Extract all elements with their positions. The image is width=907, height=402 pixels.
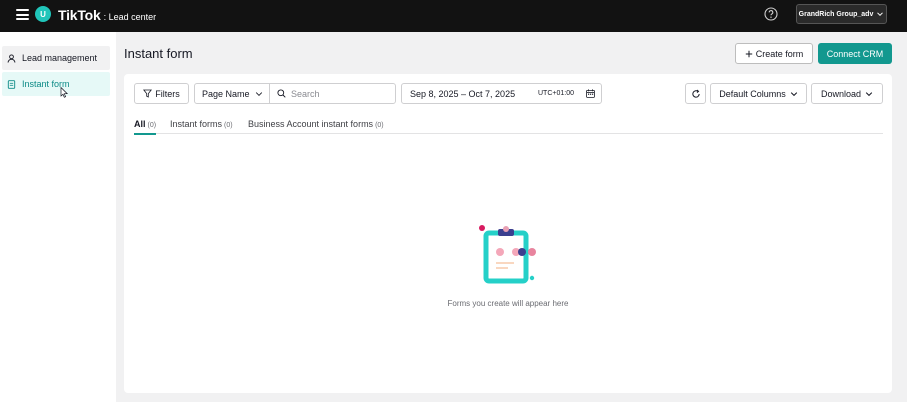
- tab-all[interactable]: All (0): [134, 119, 156, 129]
- search-input[interactable]: Search: [269, 83, 396, 104]
- form-tabs: All (0) Instant forms (0) Business Account…: [134, 114, 883, 135]
- logo-product: : Lead center: [103, 12, 157, 22]
- tab-label: All: [134, 119, 146, 129]
- tab-count: (0): [147, 122, 157, 129]
- date-range-picker[interactable]: Sep 8, 2025 – Oct 7, 2025 UTC+01:00: [401, 83, 602, 104]
- plus-icon: [745, 50, 752, 57]
- search-placeholder: Search: [291, 88, 320, 99]
- sidebar-item-instant-form[interactable]: Instant form: [2, 72, 110, 96]
- tab-instant-forms[interactable]: Instant forms (0): [170, 119, 233, 129]
- menu-icon[interactable]: [16, 9, 29, 20]
- help-icon[interactable]: [764, 7, 778, 21]
- date-range-value: Sep 8, 2025 – Oct 7, 2025: [410, 88, 516, 99]
- account-name: GrandRich Group_adv: [798, 10, 874, 18]
- page-select-value: Page Name: [202, 88, 250, 99]
- active-tab-indicator: [134, 133, 156, 135]
- filters-label: Filters: [155, 88, 180, 99]
- sidebar-item-label: Lead management: [22, 53, 98, 63]
- search-icon: [277, 89, 286, 98]
- page-title: Instant form: [124, 46, 193, 61]
- connect-crm-label: Connect CRM: [826, 48, 884, 59]
- account-switcher[interactable]: GrandRich Group_adv: [796, 4, 887, 24]
- person-icon: [7, 53, 16, 63]
- download-button[interactable]: Download: [811, 83, 883, 104]
- chevron-down-icon: [790, 91, 797, 96]
- filters-button[interactable]: Filters: [134, 83, 189, 104]
- top-bar: U TikTok : Lead center GrandRich Group_a…: [0, 0, 907, 32]
- sidebar: Lead management Instant form: [0, 32, 116, 402]
- columns-label: Default Columns: [719, 88, 786, 99]
- timezone-label: UTC+01:00: [538, 90, 574, 97]
- create-form-button[interactable]: Create form: [735, 43, 813, 64]
- download-label: Download: [820, 88, 862, 99]
- default-columns-button[interactable]: Default Columns: [710, 83, 807, 104]
- calendar-icon: [586, 89, 595, 98]
- sidebar-item-lead-management[interactable]: Lead management: [2, 46, 110, 70]
- empty-clipboard-illustration: [479, 225, 536, 284]
- create-form-label: Create form: [755, 48, 804, 59]
- chevron-down-icon: [255, 91, 263, 96]
- connect-crm-button[interactable]: Connect CRM: [818, 43, 892, 64]
- form-icon: [7, 79, 16, 89]
- logo-brand: TikTok: [58, 7, 101, 23]
- avatar-letter: U: [40, 9, 46, 19]
- tab-label: Instant forms: [170, 119, 223, 129]
- tab-label: Business Account instant forms: [248, 119, 374, 129]
- tab-count: (0): [375, 122, 384, 129]
- empty-state-message: Forms you create will appear here: [447, 299, 569, 308]
- tab-count: (0): [224, 122, 233, 129]
- chevron-down-icon: [865, 91, 873, 96]
- chevron-down-icon: [877, 12, 884, 17]
- refresh-button[interactable]: [685, 83, 706, 104]
- refresh-icon: [691, 89, 700, 98]
- tab-business-account-instant-forms[interactable]: Business Account instant forms (0): [248, 119, 384, 129]
- avatar[interactable]: U: [35, 6, 51, 22]
- mouse-cursor-icon: [60, 87, 69, 98]
- tiktok-logo[interactable]: TikTok : Lead center: [58, 7, 156, 23]
- filter-icon: [143, 89, 153, 98]
- page-name-select[interactable]: Page Name: [194, 83, 270, 104]
- forms-panel: Filters Page Name Search Sep 8, 2025 – O…: [124, 74, 892, 393]
